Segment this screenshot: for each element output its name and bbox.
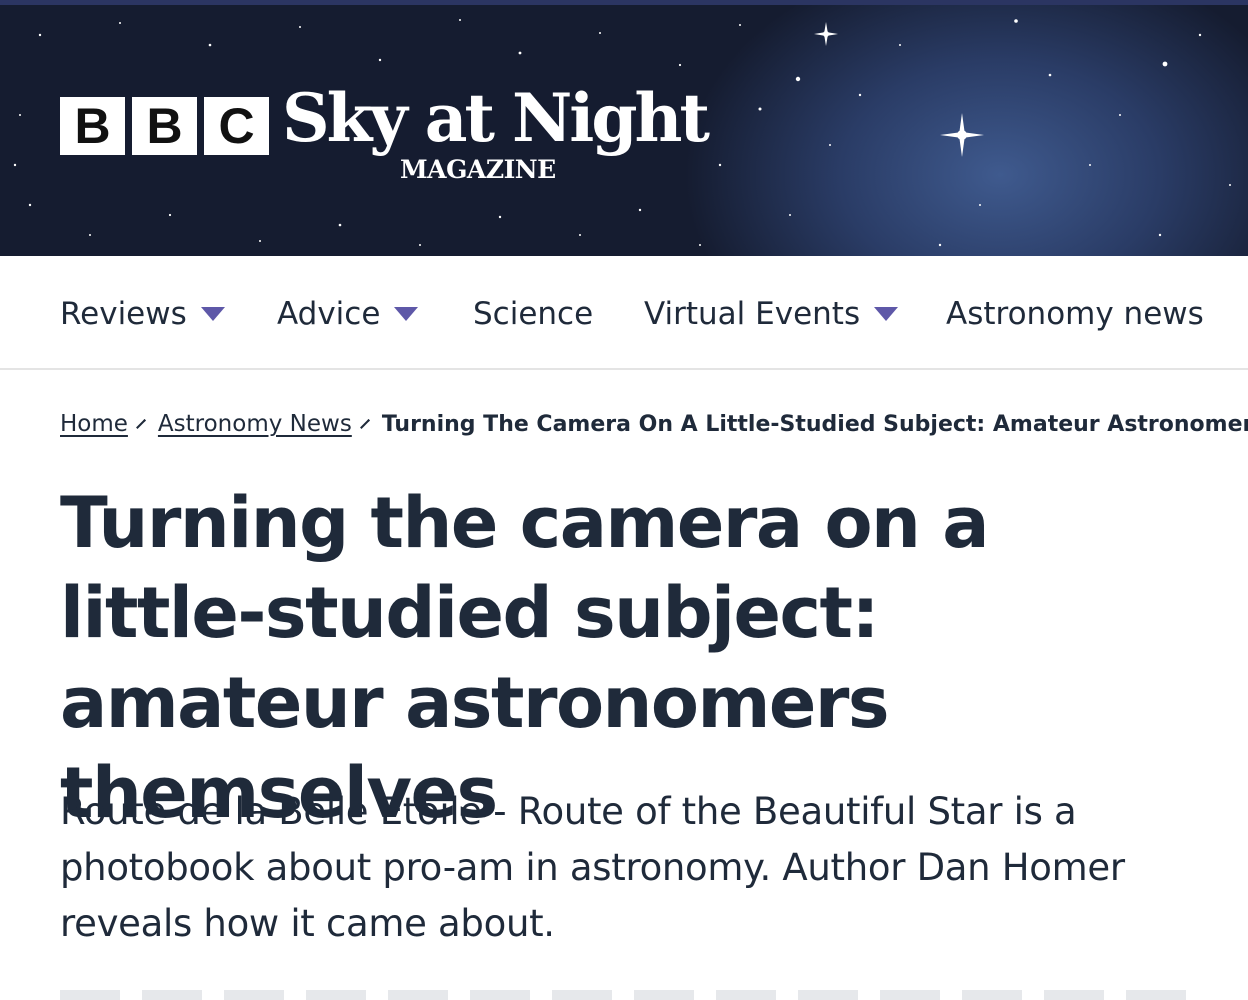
breadcrumb-current-page: Turning The Camera On A Little-Studied S…	[381, 411, 1248, 437]
article-standfirst: Route de la Belle Etoile - Route of the …	[60, 790, 1125, 945]
breadcrumb: Home Astronomy News Turning The Camera O…	[60, 404, 1248, 444]
article-body-preview	[60, 990, 1190, 1000]
nav-item-label: Reviews	[60, 296, 187, 332]
nav-item-reviews[interactable]: Reviews	[60, 294, 225, 334]
caret-down-icon[interactable]	[874, 307, 899, 321]
nav-item-label: Advice	[277, 296, 381, 332]
logo-title: Sky at Night	[282, 79, 710, 157]
caret-down-icon[interactable]	[394, 307, 419, 321]
chevron-right-icon	[359, 419, 370, 429]
nav-item-astronomy-news[interactable]: Astronomy news	[946, 294, 1204, 334]
bbc-logo-letter: C	[204, 97, 269, 155]
bbc-logo-letter: B	[132, 97, 197, 155]
nav-item-label: Virtual Events	[644, 296, 861, 332]
site-header-banner: B B C Sky at Night MAGAZINE	[0, 0, 1248, 256]
nav-item-science[interactable]: Science	[473, 294, 593, 334]
breadcrumb-section-link[interactable]: Astronomy News	[158, 411, 352, 437]
nav-item-advice[interactable]: Advice	[277, 294, 419, 334]
breadcrumb-home-link[interactable]: Home	[60, 411, 128, 437]
nav-item-label: Science	[473, 296, 594, 332]
bbc-logo: B B C	[60, 97, 269, 155]
chevron-right-icon	[135, 419, 146, 429]
main-navigation: Reviews Advice Science Virtual Events As…	[0, 256, 1248, 370]
nav-item-label: Astronomy news	[946, 296, 1204, 332]
caret-down-icon[interactable]	[200, 307, 225, 321]
nav-item-virtual-events[interactable]: Virtual Events	[644, 294, 899, 334]
logo-subtitle: MAGAZINE	[400, 155, 556, 184]
bbc-logo-letter: B	[60, 97, 125, 155]
